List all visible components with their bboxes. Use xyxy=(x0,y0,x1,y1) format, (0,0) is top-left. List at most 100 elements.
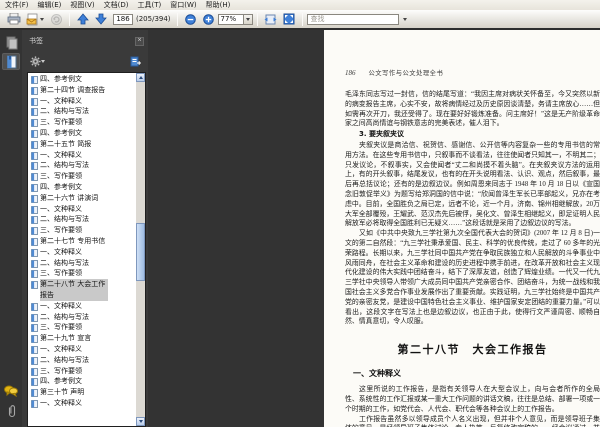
bookmark-item[interactable]: 第二十六节 讲演词 xyxy=(28,193,136,204)
bookmark-item[interactable]: 第三十节 声明 xyxy=(28,387,136,398)
zoom-out-button[interactable] xyxy=(182,12,200,27)
bookmark-item[interactable]: 第二十五节 简报 xyxy=(28,139,136,150)
find-input[interactable] xyxy=(306,13,399,25)
bookmark-item[interactable]: 一、文种释义 xyxy=(28,96,136,107)
bookmark-label: 一、文种释义 xyxy=(40,398,82,407)
bookmark-item[interactable]: 二、结构与写法 xyxy=(28,214,136,225)
bookmark-page-icon xyxy=(31,389,38,397)
fit-width-button[interactable] xyxy=(262,12,280,27)
scroll-down-button[interactable] xyxy=(136,417,145,426)
menu-tools[interactable]: 工具(T) xyxy=(138,0,162,10)
zoom-in-icon xyxy=(203,13,214,25)
menu-view[interactable]: 视图(V) xyxy=(70,0,94,10)
document-viewport[interactable]: 186 公文写作与公文处理全书 毛泽东同志写过一封信，信的结尾写道：“我因主席对… xyxy=(148,30,600,427)
previous-view-icon xyxy=(50,13,62,25)
zoom-dropdown-button[interactable] xyxy=(243,13,253,25)
menu-window[interactable]: 窗口(W) xyxy=(170,0,196,10)
bookmark-page-icon xyxy=(31,248,38,257)
fit-width-icon xyxy=(264,14,277,24)
bookmarks-tree: 四、参考例文 第二十四节 调查报告 一、文种释义 二、结构与写法 三、写作要领 … xyxy=(27,72,146,427)
attachments-panel-button[interactable] xyxy=(2,402,20,419)
zoom-in-button[interactable] xyxy=(200,12,218,27)
bookmark-item[interactable]: 二、结构与写法 xyxy=(28,160,136,171)
scroll-down-icon xyxy=(138,420,143,423)
bookmark-item[interactable]: 一、文种释义 xyxy=(28,344,136,355)
bookmark-page-icon xyxy=(31,227,38,236)
page-number: 186 xyxy=(345,69,356,77)
page-number-input[interactable] xyxy=(113,13,133,25)
bookmark-item[interactable]: 一、文种释义 xyxy=(28,204,136,215)
paragraph: 这里所说的工作报告，是指有关领导人在大型会议上，向与会者所作的全局性、系统性的工… xyxy=(345,386,600,413)
bookmark-item[interactable]: 二、结构与写法 xyxy=(28,312,136,323)
bookmark-item[interactable]: 三、写作要领 xyxy=(28,117,136,128)
bookmark-item[interactable]: 第二十七节 专用书信 xyxy=(28,236,136,247)
bookmark-item[interactable]: 三、写作要领 xyxy=(28,171,136,182)
content-area: 书签 × 四、参考例文 第二十四节 调查报告 一、文种释义 二、结构与写法 三、… xyxy=(0,30,600,427)
comments-panel-button[interactable] xyxy=(2,382,20,399)
email-dropdown-caret xyxy=(40,17,44,21)
close-panel-button[interactable]: × xyxy=(135,36,144,46)
mini-heading: 3. 要夹叙夹议 xyxy=(359,130,404,139)
bookmark-item[interactable]: 三、写作要领 xyxy=(28,268,136,279)
bookmark-label: 二、结构与写法 xyxy=(40,215,89,224)
toolbar-separator xyxy=(256,12,258,26)
bookmark-page-icon xyxy=(31,346,38,354)
bookmark-label: 三、写作要领 xyxy=(40,323,82,332)
pages-icon xyxy=(6,36,17,49)
bookmark-item[interactable]: 一、文种释义 xyxy=(28,301,136,312)
zoom-level-input[interactable] xyxy=(217,13,244,25)
previous-page-button[interactable] xyxy=(74,12,92,27)
bookmark-item[interactable]: 二、结构与写法 xyxy=(28,355,136,366)
bookmarks-options-button[interactable] xyxy=(27,54,47,68)
bookmark-label: 第二十七节 专用书信 xyxy=(40,236,106,245)
arrow-up-icon xyxy=(77,13,89,25)
menu-document[interactable]: 文档(D) xyxy=(104,0,129,10)
bookmark-page-icon xyxy=(31,151,38,160)
bookmark-item[interactable]: 三、写作要领 xyxy=(28,322,136,333)
bookmark-item[interactable]: 第二十九节 宣言 xyxy=(28,333,136,344)
expand-bookmark-icon xyxy=(130,56,141,66)
book-title: 公文写作与公文处理全书 xyxy=(368,70,444,77)
bookmarks-panel-button[interactable] xyxy=(2,53,20,70)
next-page-button[interactable] xyxy=(92,12,110,27)
bookmarks-panel-title: 书签 xyxy=(29,37,43,45)
previous-view-button[interactable] xyxy=(47,12,65,27)
bookmark-page-icon xyxy=(31,184,38,192)
zoom-out-icon xyxy=(185,13,196,25)
bookmark-item[interactable]: 二、结构与写法 xyxy=(28,106,136,117)
bookmarks-panel: 书签 × 四、参考例文 第二十四节 调查报告 一、文种释义 二、结构与写法 三、… xyxy=(22,30,148,427)
bookmark-item[interactable]: 三、写作要领 xyxy=(28,225,136,236)
bookmark-item[interactable]: 一、文种释义 xyxy=(28,150,136,161)
zoom-level-combo xyxy=(217,13,253,25)
expand-current-bookmark-button[interactable] xyxy=(127,54,143,68)
subsection-heading: 一、文种释义 xyxy=(353,369,401,379)
bookmark-page-icon xyxy=(31,76,38,84)
scroll-up-button[interactable] xyxy=(136,73,145,82)
bookmark-item[interactable]: 四、参考例文 xyxy=(28,128,136,139)
bookmark-label: 一、文种释义 xyxy=(40,301,82,310)
bookmark-item[interactable]: 四、参考例文 xyxy=(28,376,136,387)
scrollbar-thumb[interactable] xyxy=(136,223,145,281)
bookmark-label: 四、参考例文 xyxy=(40,128,82,137)
menu-edit[interactable]: 编辑(E) xyxy=(38,0,62,10)
bookmark-item[interactable]: 四、参考例文 xyxy=(28,182,136,193)
pages-panel-button[interactable] xyxy=(2,34,20,51)
bookmark-item[interactable]: 第二十四节 调查报告 xyxy=(28,85,136,96)
fit-page-icon xyxy=(283,13,295,25)
bookmark-label: 一、文种释义 xyxy=(40,204,82,213)
bookmark-item[interactable]: 一、文种释义 xyxy=(28,247,136,258)
fit-page-button[interactable] xyxy=(280,12,298,27)
print-button[interactable] xyxy=(5,12,23,27)
find-dropdown-button[interactable] xyxy=(399,12,410,27)
bookmark-item[interactable]: 一、文种释义 xyxy=(28,398,136,409)
bookmark-page-icon xyxy=(31,162,38,171)
bookmark-item[interactable]: 四、参考例文 xyxy=(28,74,136,85)
bookmarks-scrollbar[interactable] xyxy=(136,73,145,426)
email-button[interactable] xyxy=(23,12,47,27)
bookmark-item[interactable]: 二、结构与写法 xyxy=(28,258,136,269)
menu-help[interactable]: 帮助(H) xyxy=(206,0,231,10)
bookmark-item[interactable]: 第二十八节 大会工作报告 xyxy=(28,279,136,301)
paragraph: 毛泽东同志写过一封信，信的结尾写道：“我因主席对病状关怀备至，今又突然以新的病变… xyxy=(345,91,600,128)
menu-file[interactable]: 文件(F) xyxy=(5,0,29,10)
bookmark-item[interactable]: 三、写作要领 xyxy=(28,366,136,377)
